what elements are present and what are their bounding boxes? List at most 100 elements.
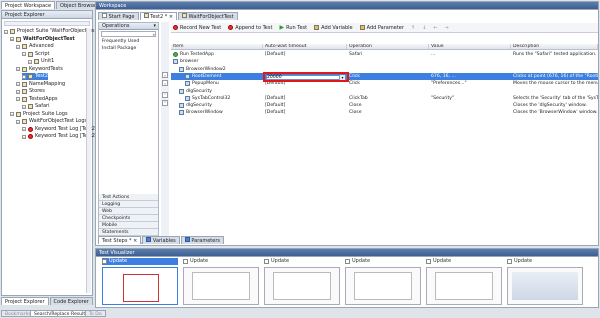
close-icon[interactable]: × — [169, 14, 173, 20]
cell-operation[interactable] — [347, 58, 429, 65]
tree-item[interactable]: - Safari — [22, 103, 50, 110]
frame-screenshot[interactable] — [345, 267, 421, 305]
tab-test2[interactable]: Test2 * × — [139, 12, 178, 20]
tree-item[interactable]: - Project Suite Logs — [10, 111, 68, 118]
frame-screenshot[interactable] — [102, 267, 178, 305]
cell-operation[interactable]: Click — [347, 80, 429, 87]
cell-timeout[interactable]: [Default] — [263, 51, 347, 58]
tab-project-explorer[interactable]: Project Explorer — [1, 297, 49, 305]
operations-category[interactable]: Test Actions — [99, 194, 158, 201]
cell-timeout[interactable] — [263, 58, 347, 65]
cell-operation[interactable]: Close — [347, 109, 429, 116]
add-variable-button[interactable]: Add Variable — [312, 24, 355, 32]
table-row[interactable]: Run TestedApp [Default] Safari... Runs the … — [171, 51, 598, 58]
tab-parameters[interactable]: Parameters — [180, 236, 224, 244]
visualizer-frame[interactable]: Update — [507, 258, 583, 305]
visualizer-frame[interactable]: Update — [264, 258, 340, 305]
expand-toggle-icon[interactable]: - — [16, 119, 20, 124]
frame-screenshot[interactable] — [264, 267, 340, 305]
cell-item[interactable]: BrowserWindow — [171, 109, 263, 116]
column-header-timeout[interactable]: Auto-wait timeout — [263, 44, 347, 49]
table-row[interactable]: SysTabControl32 [Default] ClickTab "Securit… — [171, 95, 598, 102]
tree-item[interactable]: - KeywordTests — [16, 66, 63, 73]
cell-item[interactable]: SysTabControl32 — [171, 95, 263, 102]
cell-item[interactable]: RootElement — [171, 73, 263, 80]
tree-item[interactable]: - WaitForObjectTest Logs — [16, 118, 87, 125]
tree-item[interactable]: - Test2 — [22, 73, 49, 80]
expand-toggle-icon[interactable]: - — [22, 52, 26, 57]
table-row[interactable]: dlgSecurity — [171, 88, 598, 95]
table-row[interactable]: BrowserWindow2 — [171, 66, 598, 73]
cell-description[interactable] — [511, 88, 598, 95]
expand-toggle-icon[interactable]: - — [22, 74, 26, 79]
cell-item[interactable]: Run TestedApp — [171, 51, 263, 58]
cell-item[interactable]: dlgSecurity — [171, 88, 263, 95]
tab-waitforobjecttest[interactable]: WaitForObjectTest — [178, 12, 238, 20]
cell-timeout[interactable]: [Default] — [263, 95, 347, 102]
add-parameter-button[interactable]: Add Parameter — [358, 24, 406, 32]
tree-item[interactable]: - Stores — [16, 88, 45, 95]
cell-value[interactable]: 676, 16, ... — [429, 73, 511, 80]
append-to-test-button[interactable]: Append to Test — [226, 24, 274, 32]
expand-toggle-icon[interactable]: - — [16, 89, 20, 94]
tree-item[interactable]: - Unit1 — [28, 58, 54, 65]
back-button[interactable]: ← — [431, 24, 439, 32]
cell-value[interactable] — [429, 58, 511, 65]
tree-item[interactable]: - WaitForObjectTest — [10, 36, 75, 43]
run-test-button[interactable]: ▶ Run Test — [277, 24, 309, 32]
cell-operation[interactable] — [347, 88, 429, 95]
explorer-scrollbar[interactable] — [86, 28, 91, 293]
expand-toggle-icon[interactable]: - — [10, 112, 14, 117]
forward-button[interactable]: → — [443, 24, 451, 32]
cell-description[interactable] — [511, 66, 598, 73]
frame-screenshot[interactable] — [507, 267, 583, 305]
tree-item[interactable]: - TestedApps — [16, 96, 57, 103]
cell-item[interactable]: dlgSecurity — [171, 102, 263, 109]
move-left-arrow-icon[interactable]: ‹ — [162, 80, 168, 86]
cell-operation[interactable]: Safari — [347, 51, 429, 58]
expand-toggle-icon[interactable]: - — [16, 97, 20, 102]
expand-toggle-icon[interactable]: - — [22, 104, 26, 109]
cell-value[interactable]: "Security" — [429, 95, 511, 102]
cell-timeout[interactable]: [Default] — [263, 109, 347, 116]
cell-value[interactable]: "Preferences..." — [429, 80, 511, 87]
expand-toggle-icon[interactable]: - — [28, 59, 32, 64]
expand-toggle-icon[interactable]: - — [16, 67, 20, 72]
cell-description[interactable]: Selects the 'Security' tab of the 'SysT.… — [511, 95, 598, 102]
tree-item[interactable]: - NameMapping — [16, 81, 65, 88]
chevron-down-icon[interactable]: ▾ — [339, 75, 345, 80]
frame-screenshot[interactable] — [183, 267, 259, 305]
expand-toggle-icon[interactable]: - — [22, 134, 26, 139]
move-right-arrow-icon[interactable]: › — [162, 72, 168, 78]
tab-test-steps[interactable]: Test Steps * × — [98, 236, 142, 244]
cell-item[interactable]: BrowserWindow2 — [171, 66, 263, 73]
expand-toggle-icon[interactable]: - — [10, 37, 14, 42]
cell-item[interactable]: PopupMenu — [171, 80, 263, 87]
cell-value[interactable] — [429, 102, 511, 109]
move-down-button[interactable]: ↓ — [420, 24, 428, 32]
visualizer-frame[interactable]: Update — [183, 258, 259, 305]
tab-variables[interactable]: Variables — [142, 236, 180, 244]
column-header-value[interactable]: Value — [429, 44, 511, 49]
visualizer-frame[interactable]: Update — [345, 258, 421, 305]
table-row[interactable]: PopupMenu [Default] Click "Preferences..." M… — [171, 80, 598, 87]
column-header-operation[interactable]: Operation — [347, 44, 429, 49]
expand-toggle-icon[interactable]: - — [16, 82, 20, 87]
cell-timeout[interactable] — [263, 88, 347, 95]
column-header-description[interactable]: Description — [511, 44, 598, 49]
tab-start-page[interactable]: Start Page — [98, 12, 139, 20]
table-row[interactable]: dlgSecurity [Default] Close Closes the 'dlg… — [171, 102, 598, 109]
visualizer-frame[interactable]: Update — [426, 258, 502, 305]
column-header-item[interactable]: Item — [171, 44, 263, 49]
operations-category[interactable]: Logging — [99, 201, 158, 208]
table-row[interactable]: browser — [171, 58, 598, 65]
expand-toggle-icon[interactable]: - — [22, 127, 26, 132]
operations-item[interactable]: Frequently Used — [99, 38, 158, 45]
visualizer-frame[interactable]: Update — [102, 258, 178, 305]
operations-category[interactable]: Web — [99, 208, 158, 215]
cell-operation[interactable] — [347, 66, 429, 73]
record-new-test-button[interactable]: Record New Test — [171, 24, 223, 32]
tab-code-explorer[interactable]: Code Explorer — [49, 297, 93, 305]
cell-description[interactable]: Runs the "Safari" tested application. — [511, 51, 598, 58]
operations-search-input[interactable]: ⌕ — [101, 31, 156, 37]
